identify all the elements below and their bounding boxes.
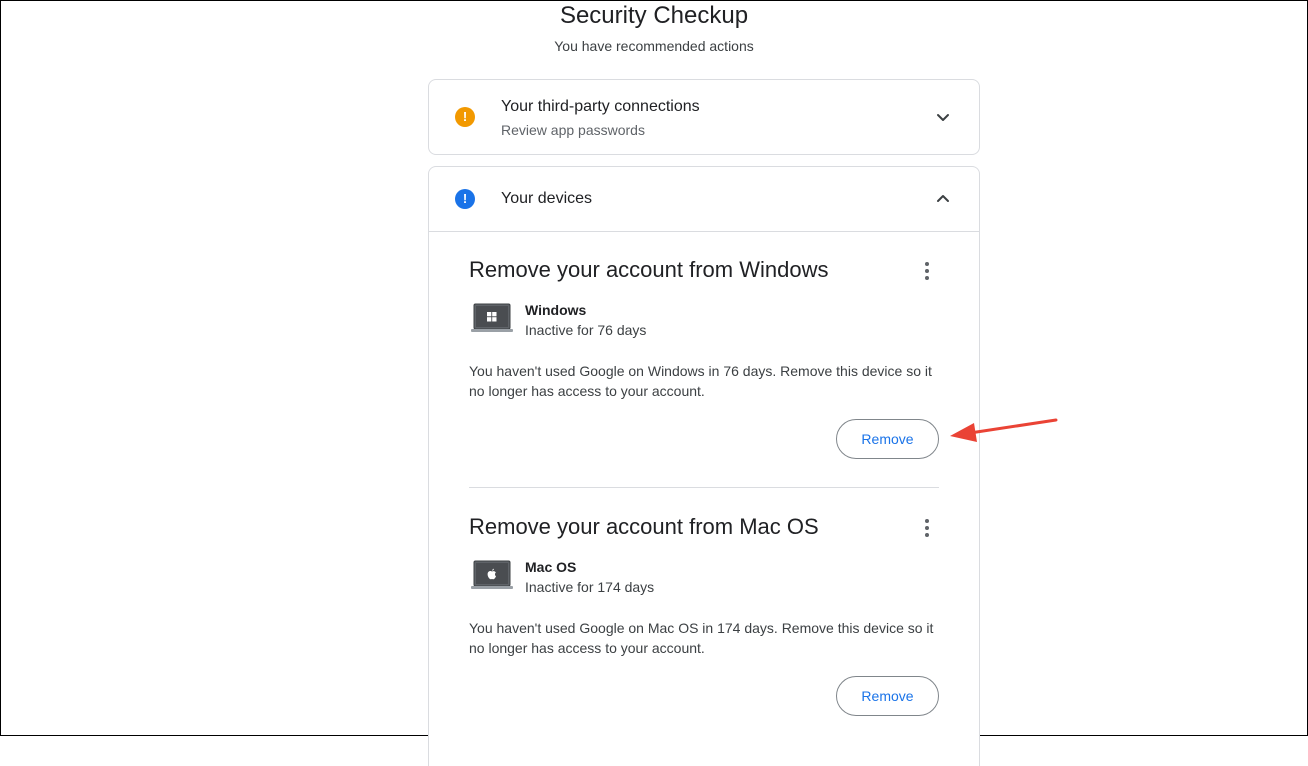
info-icon: ! xyxy=(455,189,475,209)
page-subtitle: You have recommended actions xyxy=(554,38,754,54)
chevron-up-icon[interactable] xyxy=(931,187,955,211)
card-subtitle: Review app passwords xyxy=(501,122,645,138)
device-name: Mac OS xyxy=(525,559,577,575)
warning-icon: ! xyxy=(455,107,475,127)
device-description: You haven't used Google on Mac OS in 174… xyxy=(469,620,934,656)
chevron-down-icon[interactable] xyxy=(931,105,955,129)
more-options-icon[interactable] xyxy=(915,516,939,540)
card-title: Your third-party connections xyxy=(501,98,700,115)
laptop-icon xyxy=(471,303,513,332)
card-title: Your devices xyxy=(501,190,593,207)
page-title: Security Checkup xyxy=(559,2,749,29)
third-party-connections-card[interactable]: ! Your third-party connections Review ap… xyxy=(428,79,980,155)
device-separator xyxy=(469,487,939,488)
more-options-icon[interactable] xyxy=(915,259,939,283)
device-inactive-status: Inactive for 76 days xyxy=(525,322,647,338)
remove-mac-os-button[interactable]: Remove xyxy=(836,676,939,716)
device-heading: Remove your account from Windows xyxy=(469,257,829,282)
card-divider xyxy=(429,231,979,232)
remove-windows-button[interactable]: Remove xyxy=(836,419,939,459)
laptop-icon xyxy=(471,560,513,589)
device-heading: Remove your account from Mac OS xyxy=(469,514,819,539)
device-name: Windows xyxy=(525,302,587,318)
device-inactive-status: Inactive for 174 days xyxy=(525,579,655,595)
annotation-arrow-icon xyxy=(950,418,1058,442)
device-description: You haven't used Google on Windows in 76… xyxy=(469,363,932,399)
devices-card: ! Your devices Remove your account from … xyxy=(428,166,980,766)
